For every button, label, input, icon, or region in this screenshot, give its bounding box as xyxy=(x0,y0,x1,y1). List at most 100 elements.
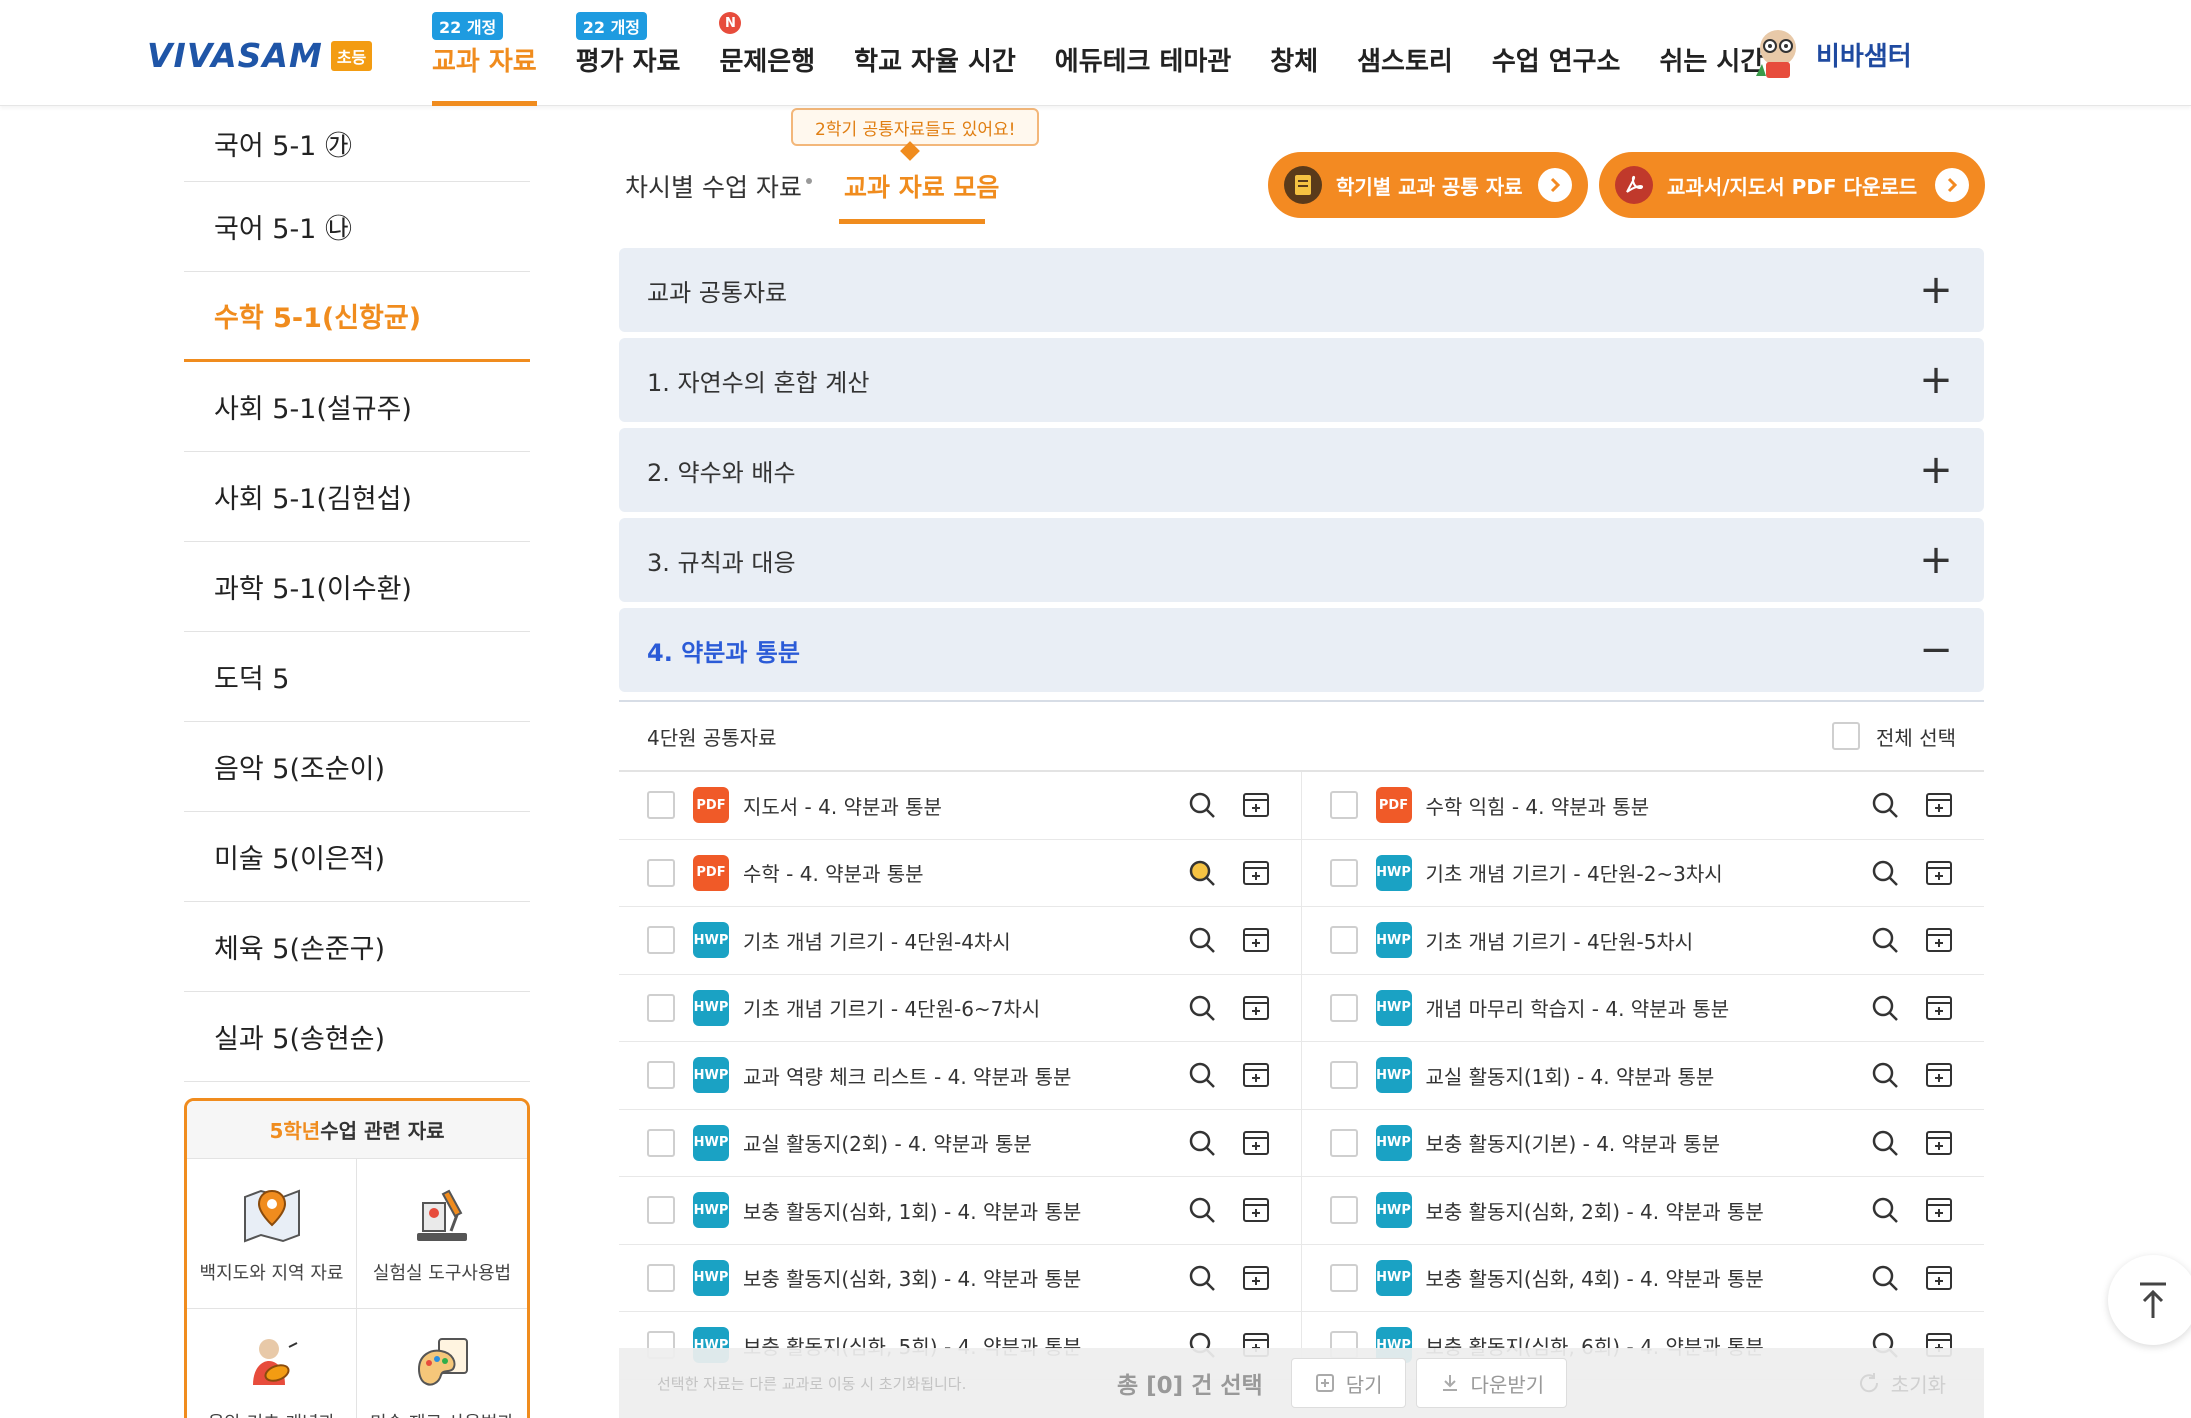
sidebar-item[interactable]: 도덕 5 xyxy=(184,632,530,722)
tab-subject-materials[interactable]: 교과 자료 모음 xyxy=(844,168,999,204)
file-checkbox[interactable] xyxy=(1329,1263,1358,1292)
preview-icon[interactable] xyxy=(1868,1126,1902,1160)
file-checkbox[interactable] xyxy=(1329,1196,1358,1225)
file-name[interactable]: 보충 활동지(심화, 4회) - 4. 약분과 통분 xyxy=(1426,1263,1849,1292)
preview-icon[interactable] xyxy=(1185,856,1219,890)
add-to-list-icon[interactable] xyxy=(1239,1193,1273,1227)
add-to-list-icon[interactable] xyxy=(1922,1261,1956,1295)
sidebar-item[interactable]: 실과 5(송현순) xyxy=(184,992,530,1082)
nav-item[interactable]: 창체 xyxy=(1270,0,1318,106)
related-item-lab[interactable]: 실험실 도구사용법 xyxy=(357,1159,527,1309)
nav-item[interactable]: 22 개정 평가 자료 xyxy=(575,0,680,106)
mascot-link[interactable]: 비바샘터 xyxy=(1748,24,1912,84)
accordion-5[interactable]: 4. 약분과 통분 − xyxy=(619,608,1984,692)
sidebar-item[interactable]: 음악 5(조순이) xyxy=(184,722,530,812)
add-to-list-icon[interactable] xyxy=(1239,1058,1273,1092)
file-checkbox[interactable] xyxy=(647,1263,675,1292)
preview-icon[interactable] xyxy=(1868,788,1902,822)
add-to-list-icon[interactable] xyxy=(1922,923,1956,957)
file-name[interactable]: 개념 마무리 학습지 - 4. 약분과 통분 xyxy=(1426,993,1849,1022)
add-to-list-icon[interactable] xyxy=(1239,1261,1273,1295)
file-checkbox[interactable] xyxy=(1329,858,1358,887)
file-checkbox[interactable] xyxy=(647,993,675,1022)
add-to-list-icon[interactable] xyxy=(1922,1126,1956,1160)
file-name[interactable]: 기초 개념 기르기 - 4단원-6~7차시 xyxy=(743,993,1165,1022)
add-to-list-icon[interactable] xyxy=(1239,788,1273,822)
nav-item[interactable]: 에듀테크 테마관 xyxy=(1055,0,1232,106)
add-to-list-icon[interactable] xyxy=(1922,1193,1956,1227)
nav-item[interactable]: N 문제은행 xyxy=(719,0,815,106)
file-name[interactable]: 보충 활동지(기본) - 4. 약분과 통분 xyxy=(1426,1128,1849,1157)
file-checkbox[interactable] xyxy=(647,1196,675,1225)
file-name[interactable]: 기초 개념 기르기 - 4단원-4차시 xyxy=(743,926,1165,955)
add-to-list-icon[interactable] xyxy=(1239,1126,1273,1160)
preview-icon[interactable] xyxy=(1868,1058,1902,1092)
related-item-music[interactable]: 음악 기초 개념과 xyxy=(187,1309,357,1418)
file-name[interactable]: 보충 활동지(심화, 3회) - 4. 약분과 통분 xyxy=(743,1263,1165,1292)
add-to-list-icon[interactable] xyxy=(1922,788,1956,822)
file-checkbox[interactable] xyxy=(647,1128,675,1157)
preview-icon[interactable] xyxy=(1185,1058,1219,1092)
nav-item[interactable]: 샘스토리 xyxy=(1357,0,1453,106)
select-all[interactable]: 전체 선택 xyxy=(1832,722,1956,751)
file-checkbox[interactable] xyxy=(647,1061,675,1090)
scroll-to-top-button[interactable] xyxy=(2108,1255,2191,1345)
related-item-art[interactable]: 미술 재료 사용법과 xyxy=(357,1309,527,1418)
add-to-list-icon[interactable] xyxy=(1239,923,1273,957)
file-checkbox[interactable] xyxy=(1329,993,1358,1022)
file-name[interactable]: 교과 역량 체크 리스트 - 4. 약분과 통분 xyxy=(743,1061,1165,1090)
file-name[interactable]: 보충 활동지(심화, 1회) - 4. 약분과 통분 xyxy=(743,1196,1165,1225)
nav-item[interactable]: 22 개정 교과 자료 xyxy=(432,0,537,106)
file-checkbox[interactable] xyxy=(1329,926,1358,955)
preview-icon[interactable] xyxy=(1185,923,1219,957)
sidebar-item[interactable]: 수학 5-1(신항균) xyxy=(184,272,530,362)
add-to-list-icon[interactable] xyxy=(1922,856,1956,890)
file-name[interactable]: 수학 - 4. 약분과 통분 xyxy=(743,858,1165,887)
nav-item[interactable]: 학교 자율 시간 xyxy=(854,0,1016,106)
file-checkbox[interactable] xyxy=(647,926,675,955)
add-to-list-icon[interactable] xyxy=(1239,856,1273,890)
preview-icon[interactable] xyxy=(1868,856,1902,890)
file-name[interactable]: 기초 개념 기르기 - 4단원-2~3차시 xyxy=(1426,858,1849,887)
file-name[interactable]: 수학 익힘 - 4. 약분과 통분 xyxy=(1426,791,1849,820)
tab-lesson-materials[interactable]: 차시별 수업 자료 xyxy=(625,168,802,204)
file-checkbox[interactable] xyxy=(647,858,675,887)
nav-item[interactable]: 수업 연구소 xyxy=(1492,0,1621,106)
site-logo[interactable]: VIVASAM 초등 xyxy=(147,36,373,75)
sidebar-item[interactable]: 체육 5(손준구) xyxy=(184,902,530,992)
add-to-list-icon[interactable] xyxy=(1922,1058,1956,1092)
related-item-map[interactable]: 백지도와 지역 자료 xyxy=(187,1159,357,1309)
file-checkbox[interactable] xyxy=(1329,791,1358,820)
preview-icon[interactable] xyxy=(1185,788,1219,822)
file-checkbox[interactable] xyxy=(1329,1061,1358,1090)
sidebar-item[interactable]: 국어 5-1 ㉯ xyxy=(184,182,530,272)
semester-common-button[interactable]: 학기별 교과 공통 자료 xyxy=(1268,152,1588,218)
sidebar-item[interactable]: 과학 5-1(이수환) xyxy=(184,542,530,632)
file-checkbox[interactable] xyxy=(647,791,675,820)
file-name[interactable]: 기초 개념 기르기 - 4단원-5차시 xyxy=(1426,926,1849,955)
file-name[interactable]: 보충 활동지(심화, 2회) - 4. 약분과 통분 xyxy=(1426,1196,1849,1225)
sidebar-item[interactable]: 국어 5-1 ㉮ xyxy=(184,106,530,182)
sidebar-item[interactable]: 사회 5-1(김현섭) xyxy=(184,452,530,542)
download-button[interactable]: 다운받기 xyxy=(1415,1358,1568,1408)
select-all-checkbox[interactable] xyxy=(1832,722,1861,750)
file-name[interactable]: 교실 활동지(2회) - 4. 약분과 통분 xyxy=(743,1128,1165,1157)
accordion-3[interactable]: 2. 약수와 배수 + xyxy=(619,428,1984,512)
preview-icon[interactable] xyxy=(1185,1126,1219,1160)
add-to-list-icon[interactable] xyxy=(1239,991,1273,1025)
preview-icon[interactable] xyxy=(1868,1261,1902,1295)
pdf-download-button[interactable]: 교과서/지도서 PDF 다운로드 xyxy=(1599,152,1985,218)
file-checkbox[interactable] xyxy=(1329,1128,1358,1157)
file-name[interactable]: 지도서 - 4. 약분과 통분 xyxy=(743,791,1165,820)
sidebar-item[interactable]: 미술 5(이은적) xyxy=(184,812,530,902)
preview-icon[interactable] xyxy=(1868,991,1902,1025)
file-name[interactable]: 교실 활동지(1회) - 4. 약분과 통분 xyxy=(1426,1061,1849,1090)
add-to-list-icon[interactable] xyxy=(1922,991,1956,1025)
accordion-1[interactable]: 교과 공통자료 + xyxy=(619,248,1984,332)
accordion-4[interactable]: 3. 규칙과 대응 + xyxy=(619,518,1984,602)
preview-icon[interactable] xyxy=(1185,991,1219,1025)
preview-icon[interactable] xyxy=(1868,1193,1902,1227)
accordion-2[interactable]: 1. 자연수의 혼합 계산 + xyxy=(619,338,1984,422)
preview-icon[interactable] xyxy=(1868,923,1902,957)
reset-button[interactable]: 초기화 xyxy=(1857,1369,1946,1398)
